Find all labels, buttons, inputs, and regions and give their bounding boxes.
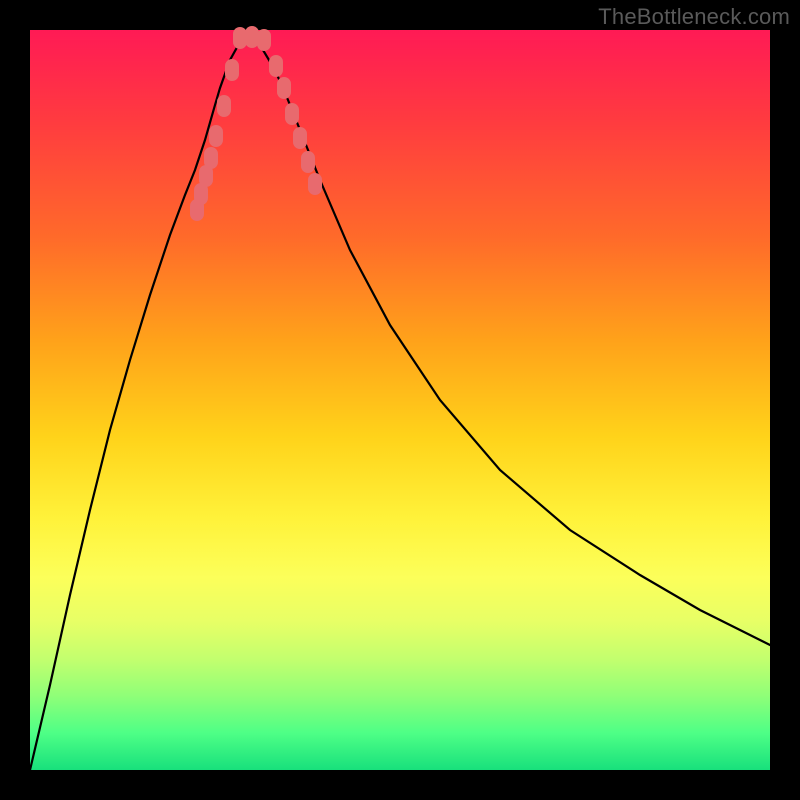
plot-area [30, 30, 770, 770]
marker-pill [285, 103, 299, 125]
marker-pill [245, 26, 259, 48]
chart-frame: TheBottleneck.com [0, 0, 800, 800]
watermark-text: TheBottleneck.com [598, 4, 790, 30]
marker-pill [277, 77, 291, 99]
marker-pill [225, 59, 239, 81]
marker-pill [204, 147, 218, 169]
marker-pill [301, 151, 315, 173]
marker-pill [308, 173, 322, 195]
marker-pill [269, 55, 283, 77]
marker-pill [233, 27, 247, 49]
curve-right [246, 35, 770, 645]
chart-svg [30, 30, 770, 770]
marker-pill [257, 29, 271, 51]
marker-pill [293, 127, 307, 149]
marker-pill [209, 125, 223, 147]
marker-pill [217, 95, 231, 117]
